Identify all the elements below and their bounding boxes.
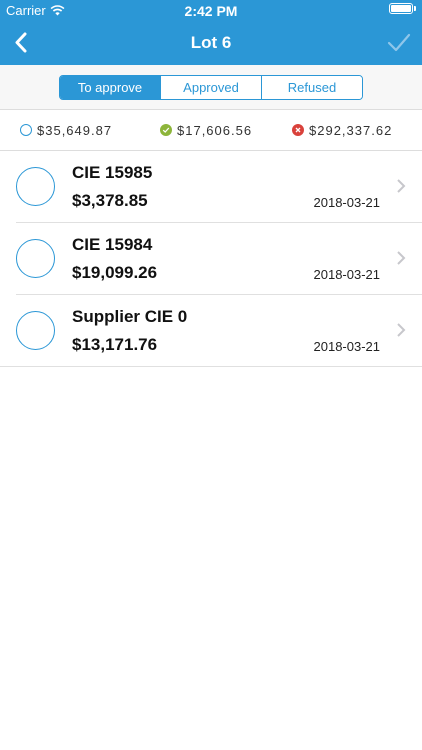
select-radio[interactable] (16, 239, 55, 278)
confirm-button[interactable] (384, 28, 414, 58)
segmented-control: To approve Approved Refused (59, 74, 363, 100)
refused-total: $292,337.62 (292, 123, 392, 138)
nav-bar: Lot 6 (0, 20, 422, 65)
supplier-name: CIE 15984 (72, 235, 153, 254)
chevron-right-icon (397, 251, 406, 265)
invoice-amount: $13,171.76 (72, 335, 158, 354)
select-radio[interactable] (16, 311, 55, 350)
invoice-amount: $3,378.85 (72, 191, 148, 210)
checkmark-icon (387, 33, 411, 52)
tab-refused[interactable]: Refused (261, 75, 362, 99)
invoice-date: 2018-03-21 (313, 195, 381, 210)
list-item[interactable]: CIE 15984 $19,099.26 2018-03-21 (0, 223, 422, 295)
status-bar: Carrier 2:42 PM (0, 0, 422, 20)
page-title: Lot 6 (190, 33, 232, 52)
invoice-date: 2018-03-21 (313, 339, 381, 354)
approved-total: $17,606.56 (160, 123, 292, 138)
header: Carrier 2:42 PM Lot 6 (0, 0, 422, 65)
status-time: 2:42 PM (184, 3, 238, 19)
segment-bar: To approve Approved Refused (0, 65, 422, 110)
totals-summary: $35,649.87 $17,606.56 $292,337.62 (0, 110, 422, 151)
chevron-right-icon (397, 179, 406, 193)
refused-total-value: $292,337.62 (309, 122, 393, 138)
refused-x-icon (292, 124, 304, 136)
battery-icon (389, 3, 416, 14)
list-item[interactable]: CIE 15985 $3,378.85 2018-03-21 (0, 151, 422, 223)
invoice-date: 2018-03-21 (313, 267, 381, 282)
invoice-list: CIE 15985 $3,378.85 2018-03-21 CIE 15984… (0, 151, 422, 367)
invoice-amount: $19,099.26 (72, 263, 158, 282)
supplier-name: Supplier CIE 0 (72, 307, 188, 326)
pending-total-value: $35,649.87 (37, 122, 113, 138)
list-item[interactable]: Supplier CIE 0 $13,171.76 2018-03-21 (0, 295, 422, 367)
pending-total: $35,649.87 (20, 123, 160, 138)
tab-approved[interactable]: Approved (160, 75, 261, 99)
supplier-name: CIE 15985 (72, 163, 153, 182)
approved-total-value: $17,606.56 (177, 122, 253, 138)
approved-check-icon (160, 124, 172, 136)
pending-circle-icon (20, 124, 32, 136)
chevron-right-icon (397, 323, 406, 337)
select-radio[interactable] (16, 167, 55, 206)
tab-to-approve[interactable]: To approve (60, 75, 160, 99)
